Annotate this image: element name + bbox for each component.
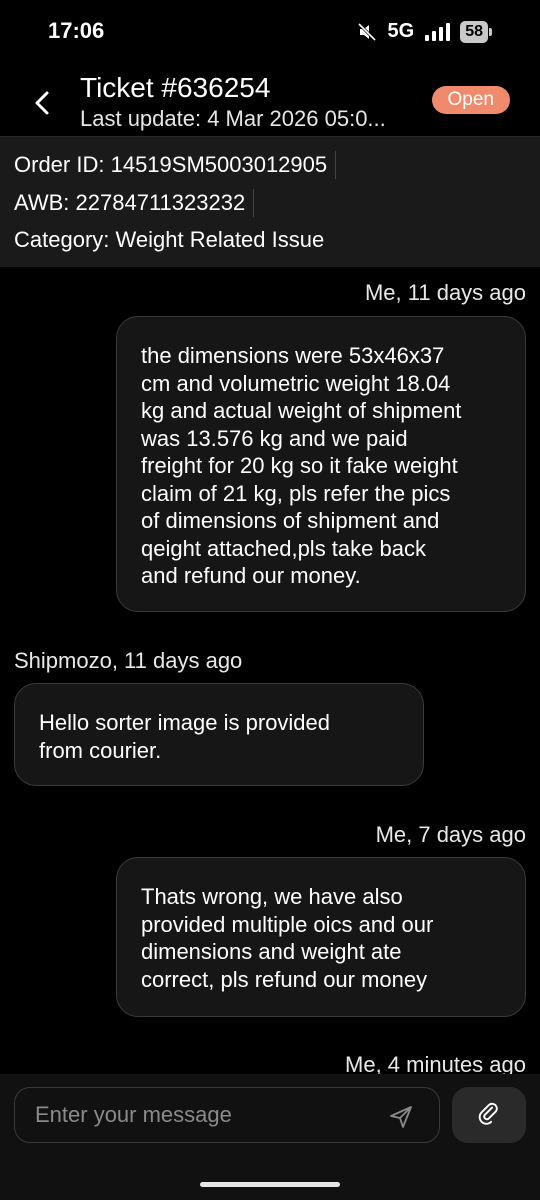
awb-label: AWB: [14,190,70,215]
divider [335,151,337,179]
message-line: provided multiple oics and our [141,911,434,937]
category-label: Category: [14,227,110,252]
ticket-title: Ticket #636254 [80,72,271,103]
status-time: 17:06 [48,18,105,43]
awb-value[interactable]: 22784711323232 [76,190,246,216]
message-line: the dimensions were 53x46x37 [141,343,445,368]
message-line: kg and actual weight of shipment [141,398,462,423]
message-sender-meta: Me, 11 days ago [364,280,526,305]
message-line: claim of 21 kg, pls refer the pics [141,480,451,506]
last-update-text: Last update: 4 Mar 2026 05:0... [80,106,386,131]
message-line: freight for 20 kg so it fake weight [141,453,458,478]
message-input[interactable] [14,1087,440,1143]
message-line: and refund our money. [141,563,361,588]
composer-bar [0,1074,540,1200]
message-bubble-incoming: Hello sorter image is provided from cour… [14,683,424,786]
status-badge: Open [431,86,510,114]
signal-icon [424,22,451,42]
order-id-label: Order ID: [14,152,105,177]
awb-row: AWB: 22784711323232 [14,189,255,217]
ticket-info-panel: Order ID: 14519SM5003012905 AWB: 2278471… [0,137,540,267]
message-line: from courier. [39,737,162,763]
message-line: correct, pls refund our money [141,966,428,992]
message-sender-meta: Shipmozo, 11 days ago [14,648,243,673]
message-line: Hello sorter image is provided [39,710,331,735]
ticket-header: Ticket #636254 Last update: 4 Mar 2026 0… [0,64,540,137]
order-id-row: Order ID: 14519SM5003012905 [14,151,337,179]
message-line: was 13.576 kg and we paid [141,425,408,451]
category-value: Weight Related Issue [115,227,325,252]
battery-level: 58 [460,20,488,43]
message-sender-meta: Me, 7 days ago [375,822,526,847]
send-button[interactable] [386,1102,416,1132]
battery-tip [489,27,492,36]
order-id-value[interactable]: 14519SM5003012905 [111,152,328,178]
message-line: of dimensions of shipment and [141,508,440,533]
home-indicator [200,1182,340,1187]
battery-icon: 58 [460,20,492,43]
chevron-left-icon [35,91,49,115]
back-button[interactable] [26,86,60,120]
attach-button[interactable] [452,1087,526,1143]
send-icon [390,1106,412,1128]
message-bubble-outgoing: the dimensions were 53x46x37 cm and volu… [116,316,526,612]
paperclip-icon [478,1102,498,1125]
message-line: Thats wrong, we have also [141,884,403,909]
message-bubble-outgoing: Thats wrong, we have also provided multi… [116,857,526,1017]
mute-icon [356,21,378,43]
category-row: Category: Weight Related Issue [14,227,324,253]
message-line: dimensions and weight ate [141,939,402,964]
network-type: 5G [387,20,415,42]
status-bar: 17:06 5G 58 [0,0,540,64]
message-line: qeight attached,pls take back [141,535,426,561]
divider [253,189,255,217]
message-line: cm and volumetric weight 18.04 [141,370,451,396]
status-indicators: 5G 58 [356,20,492,43]
